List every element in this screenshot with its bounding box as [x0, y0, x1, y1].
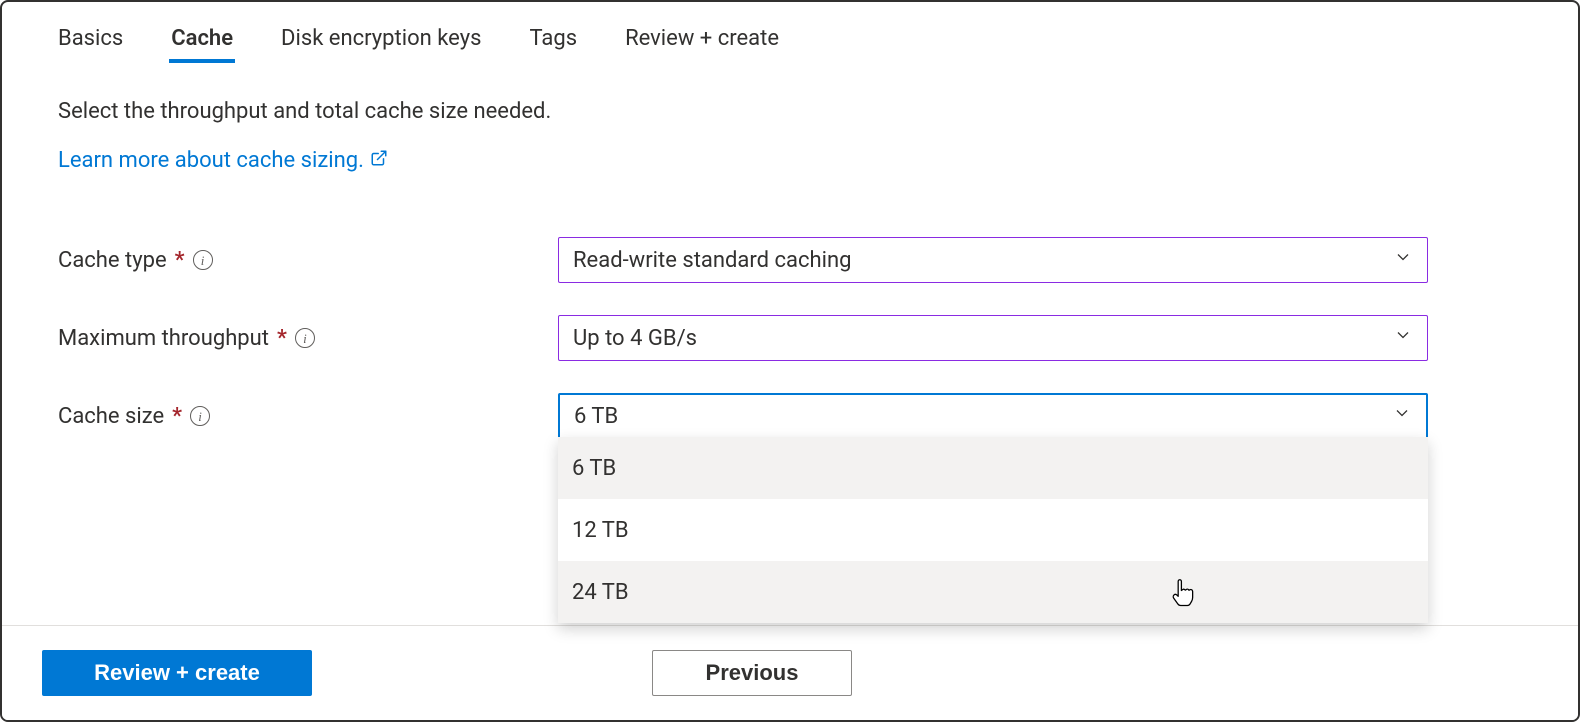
learn-more-link[interactable]: Learn more about cache sizing. — [58, 148, 388, 173]
previous-button[interactable]: Previous — [652, 650, 852, 696]
select-cache-type-value: Read-write standard caching — [573, 248, 851, 273]
option-cache-size-24tb[interactable]: 24 TB — [558, 561, 1428, 623]
page-root: Basics Cache Disk encryption keys Tags R… — [0, 0, 1580, 722]
cursor-pointer-icon — [1170, 578, 1196, 614]
row-cache-type: Cache type * i Read-write standard cachi… — [58, 237, 1522, 283]
chevron-down-icon — [1392, 403, 1412, 429]
content-area: Basics Cache Disk encryption keys Tags R… — [2, 2, 1578, 439]
label-cache-type: Cache type * i — [58, 248, 558, 273]
label-cache-size-text: Cache size — [58, 404, 164, 429]
label-max-throughput-text: Maximum throughput — [58, 326, 269, 351]
tab-review-create[interactable]: Review + create — [625, 26, 779, 63]
tab-tags[interactable]: Tags — [529, 26, 577, 63]
label-max-throughput: Maximum throughput * i — [58, 326, 558, 351]
label-cache-type-text: Cache type — [58, 248, 167, 273]
select-cache-type[interactable]: Read-write standard caching — [558, 237, 1428, 283]
select-cache-size-value: 6 TB — [574, 404, 618, 429]
info-icon[interactable]: i — [190, 406, 210, 426]
required-indicator: * — [277, 326, 287, 351]
option-cache-size-24tb-label: 24 TB — [572, 580, 629, 605]
learn-more-label: Learn more about cache sizing. — [58, 148, 364, 173]
row-max-throughput: Maximum throughput * i Up to 4 GB/s — [58, 315, 1522, 361]
external-link-icon — [370, 148, 388, 173]
chevron-down-icon — [1393, 247, 1413, 273]
tab-disk-encryption-keys[interactable]: Disk encryption keys — [281, 26, 481, 63]
select-max-throughput[interactable]: Up to 4 GB/s — [558, 315, 1428, 361]
info-icon[interactable]: i — [295, 328, 315, 348]
tab-description: Select the throughput and total cache si… — [58, 99, 1522, 124]
chevron-down-icon — [1393, 325, 1413, 351]
option-cache-size-6tb[interactable]: 6 TB — [558, 437, 1428, 499]
select-cache-size[interactable]: 6 TB 6 TB 12 TB 24 TB — [558, 393, 1428, 439]
row-cache-size: Cache size * i 6 TB 6 TB 12 TB 24 TB — [58, 393, 1522, 439]
tab-basics[interactable]: Basics — [58, 26, 123, 63]
review-create-button[interactable]: Review + create — [42, 650, 312, 696]
select-max-throughput-value: Up to 4 GB/s — [573, 326, 697, 351]
required-indicator: * — [172, 404, 182, 429]
footer-bar: Review + create Previous — [2, 625, 1578, 720]
info-icon[interactable]: i — [193, 250, 213, 270]
option-cache-size-12tb[interactable]: 12 TB — [558, 499, 1428, 561]
tab-bar: Basics Cache Disk encryption keys Tags R… — [58, 26, 1522, 63]
cache-form: Cache type * i Read-write standard cachi… — [58, 237, 1522, 439]
tab-cache[interactable]: Cache — [171, 26, 233, 63]
required-indicator: * — [175, 248, 185, 273]
dropdown-cache-size: 6 TB 12 TB 24 TB — [558, 437, 1428, 623]
label-cache-size: Cache size * i — [58, 404, 558, 429]
